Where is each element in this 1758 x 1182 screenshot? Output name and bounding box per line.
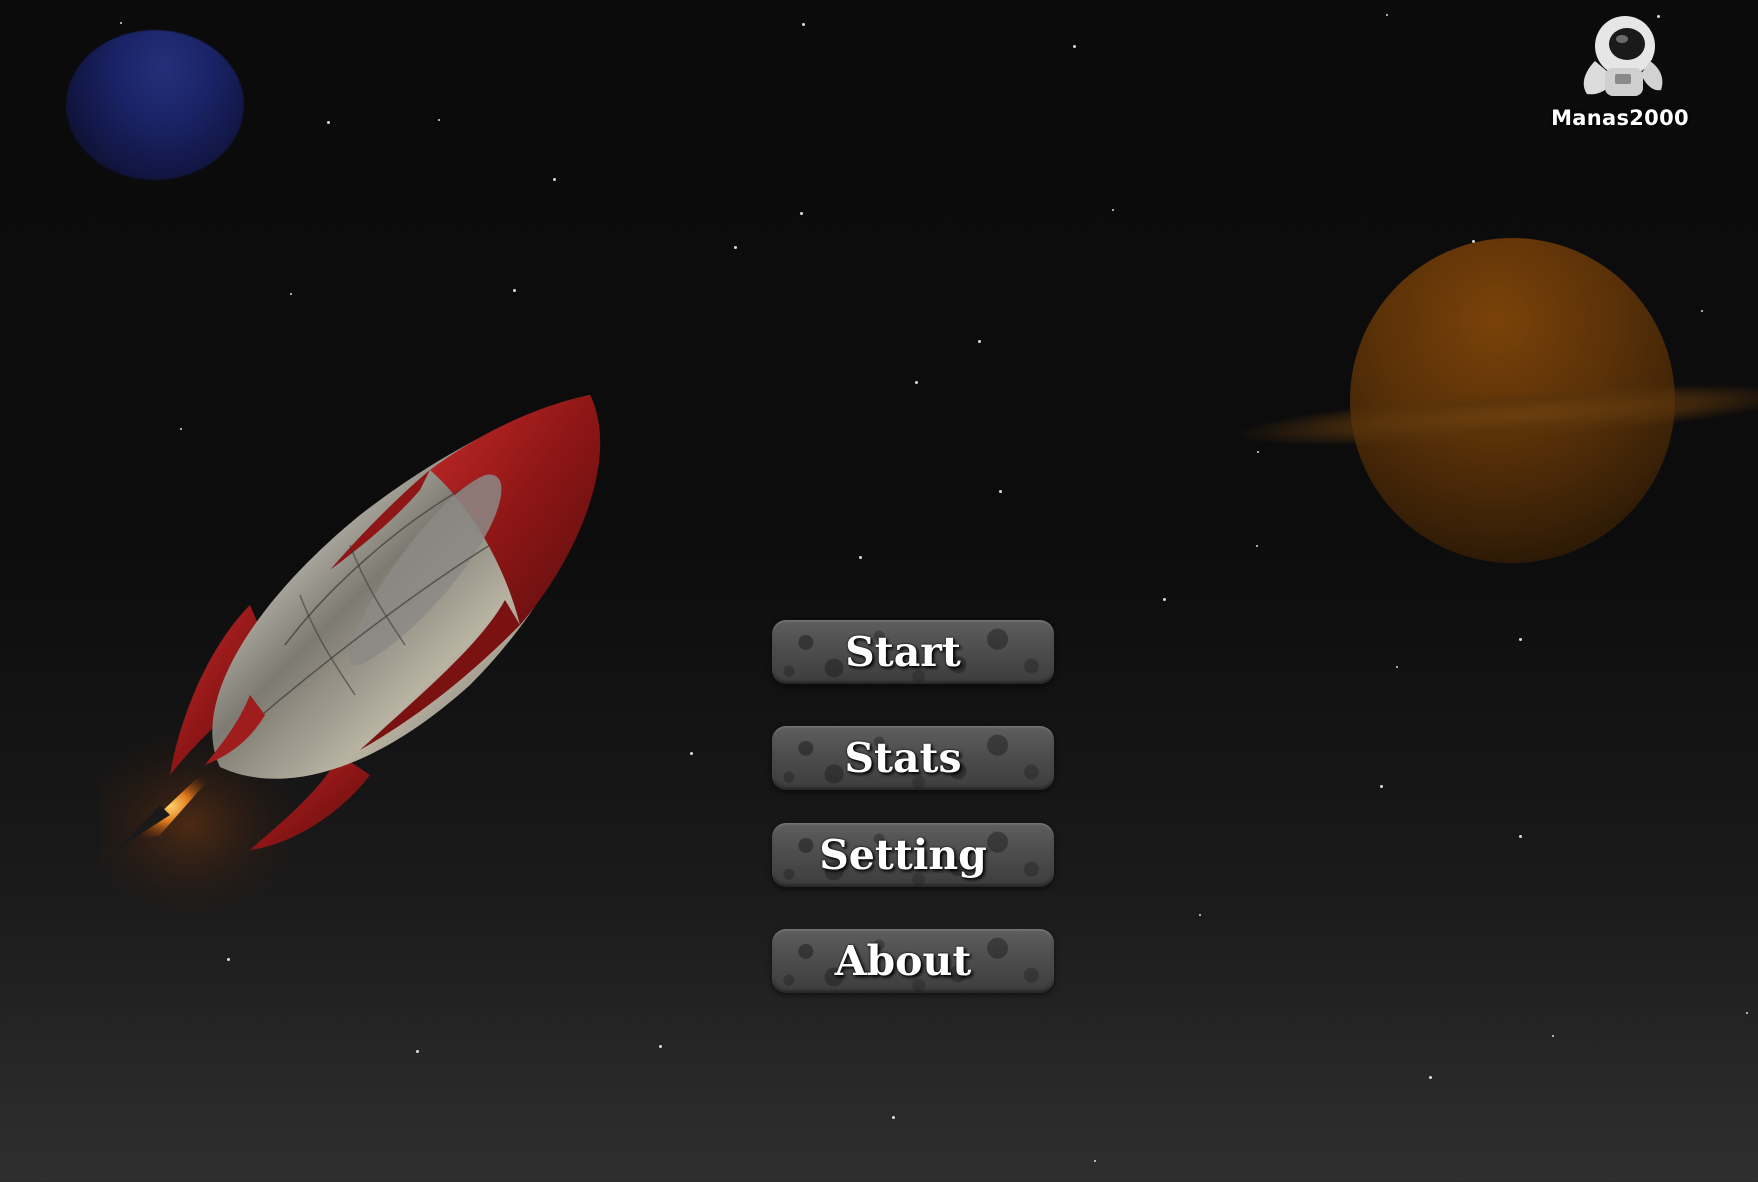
star [859, 556, 862, 559]
setting-button-label: Setting [819, 831, 987, 879]
star [734, 246, 737, 249]
star [227, 958, 230, 961]
star [1257, 451, 1259, 453]
star [1701, 310, 1703, 312]
star [513, 289, 516, 292]
star [1429, 1076, 1432, 1079]
player-profile[interactable]: Manas2000 [1540, 6, 1700, 130]
star [999, 490, 1002, 493]
star [1094, 1160, 1096, 1162]
star [553, 178, 556, 181]
star [1112, 209, 1114, 211]
star [800, 212, 803, 215]
star [1199, 914, 1201, 916]
star [1519, 638, 1522, 641]
star [659, 1045, 662, 1048]
star [1396, 666, 1398, 668]
star [915, 381, 918, 384]
start-button[interactable]: Start [772, 620, 1054, 684]
start-button-label: Start [845, 628, 961, 676]
player-name: Manas2000 [1551, 106, 1689, 130]
star [1552, 1035, 1554, 1037]
blue-planet [66, 30, 244, 180]
star [120, 22, 122, 24]
star [1380, 785, 1383, 788]
star [1746, 1012, 1748, 1014]
star [978, 340, 981, 343]
star [327, 121, 330, 124]
astronaut-icon [1583, 16, 1663, 96]
star [416, 1050, 419, 1053]
star [1073, 45, 1076, 48]
stats-button-label: Stats [844, 734, 962, 782]
rocket-image [100, 395, 601, 925]
about-button[interactable]: About [772, 929, 1054, 993]
setting-button[interactable]: Setting [772, 823, 1054, 887]
star [1519, 835, 1522, 838]
star [690, 752, 693, 755]
star [1256, 545, 1258, 547]
star [892, 1116, 895, 1119]
star [290, 293, 292, 295]
star [1163, 598, 1166, 601]
about-button-label: About [834, 937, 972, 985]
star [438, 119, 440, 121]
stats-button[interactable]: Stats [772, 726, 1054, 790]
star [802, 23, 805, 26]
star [1386, 14, 1388, 16]
